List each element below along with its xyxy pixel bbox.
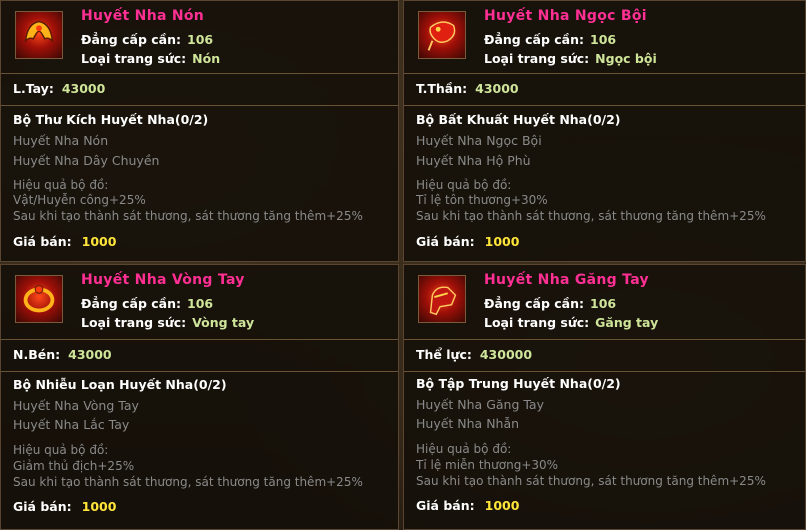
gauntlet-icon (418, 275, 466, 323)
jewelry-type: Loại trang sức: Găng tay (484, 315, 659, 330)
jewelry-type: Loại trang sức: Nón (81, 51, 221, 66)
set-effect: Sau khi tạo thành sát thương, sát thương… (416, 474, 766, 488)
set-effect-label: Hiệu quả bộ đồ: (416, 442, 512, 456)
set-title: Bộ Thư Kích Huyết Nha(0/2) (13, 112, 209, 127)
item-name: Huyết Nha Ngọc Bội (484, 8, 647, 24)
helmet-icon (15, 11, 63, 59)
divider (404, 73, 805, 74)
set-piece: Huyết Nha Nhẫn (416, 416, 520, 431)
stat-line: L.Tay: 43000 (13, 81, 106, 96)
item-tooltip-helmet: Huyết Nha Nón Đẳng cấp cần: 106 Loại tran… (0, 0, 399, 262)
set-effect: Sau khi tạo thành sát thương, sát thương… (416, 209, 766, 223)
level-requirement: Đẳng cấp cần: 106 (484, 32, 617, 47)
level-requirement: Đẳng cấp cần: 106 (81, 296, 214, 311)
item-tooltip-pendant: Huyết Nha Ngọc Bội Đẳng cấp cần: 106 Loại… (403, 0, 806, 262)
set-effect: Tỉ lệ miễn thương+30% (416, 458, 559, 472)
sell-price: Giá bán: 1000 (416, 498, 520, 513)
jewelry-type: Loại trang sức: Ngọc bội (484, 51, 657, 66)
set-title: Bộ Bất Khuất Huyết Nha(0/2) (416, 112, 621, 127)
set-effect: Sau khi tạo thành sát thương, sát thương… (13, 209, 363, 223)
sell-price: Giá bán: 1000 (13, 499, 117, 514)
stat-line: N.Bén: 43000 (13, 347, 112, 362)
level-requirement: Đẳng cấp cần: 106 (81, 32, 214, 47)
sell-price: Giá bán: 1000 (13, 234, 117, 249)
set-effect-label: Hiệu quả bộ đồ: (13, 443, 109, 457)
pendant-icon (418, 11, 466, 59)
divider (404, 105, 805, 106)
set-piece: Huyết Nha Vòng Tay (13, 398, 139, 413)
item-tooltip-gauntlet: Huyết Nha Găng Tay Đẳng cấp cần: 106 Loại… (403, 264, 806, 530)
set-title: Bộ Nhiễu Loạn Huyết Nha(0/2) (13, 377, 227, 392)
set-piece: Huyết Nha Dây Chuyền (13, 153, 160, 168)
set-piece: Huyết Nha Lắc Tay (13, 417, 130, 432)
set-title: Bộ Tập Trung Huyết Nha(0/2) (416, 376, 621, 391)
divider (1, 371, 398, 372)
set-effect: Giảm thủ địch+25% (13, 459, 135, 473)
stat-line: Thể lực: 430000 (416, 347, 533, 362)
set-effect-label: Hiệu quả bộ đồ: (416, 178, 512, 192)
divider (404, 371, 805, 372)
set-effect: Sau khi tạo thành sát thương, sát thương… (13, 475, 363, 489)
divider (1, 105, 398, 106)
sell-price: Giá bán: 1000 (416, 234, 520, 249)
stat-line: T.Thần: 43000 (416, 81, 519, 96)
set-effect: Vật/Huyễn công+25% (13, 193, 146, 207)
jewelry-type: Loại trang sức: Vòng tay (81, 315, 255, 330)
level-requirement: Đẳng cấp cần: 106 (484, 296, 617, 311)
divider (1, 339, 398, 340)
item-name: Huyết Nha Găng Tay (484, 272, 649, 288)
bracelet-icon (15, 275, 63, 323)
item-tooltip-bracelet: Huyết Nha Vòng Tay Đẳng cấp cần: 106 Loại… (0, 264, 399, 530)
divider (404, 339, 805, 340)
set-effect-label: Hiệu quả bộ đồ: (13, 178, 109, 192)
item-name: Huyết Nha Vòng Tay (81, 272, 245, 288)
set-piece: Huyết Nha Găng Tay (416, 397, 544, 412)
set-effect: Tỉ lệ tôn thương+30% (416, 193, 548, 207)
set-piece: Huyết Nha Nón (13, 133, 109, 148)
divider (1, 73, 398, 74)
set-piece: Huyết Nha Ngọc Bội (416, 133, 542, 148)
item-name: Huyết Nha Nón (81, 8, 205, 24)
set-piece: Huyết Nha Hộ Phù (416, 153, 531, 168)
